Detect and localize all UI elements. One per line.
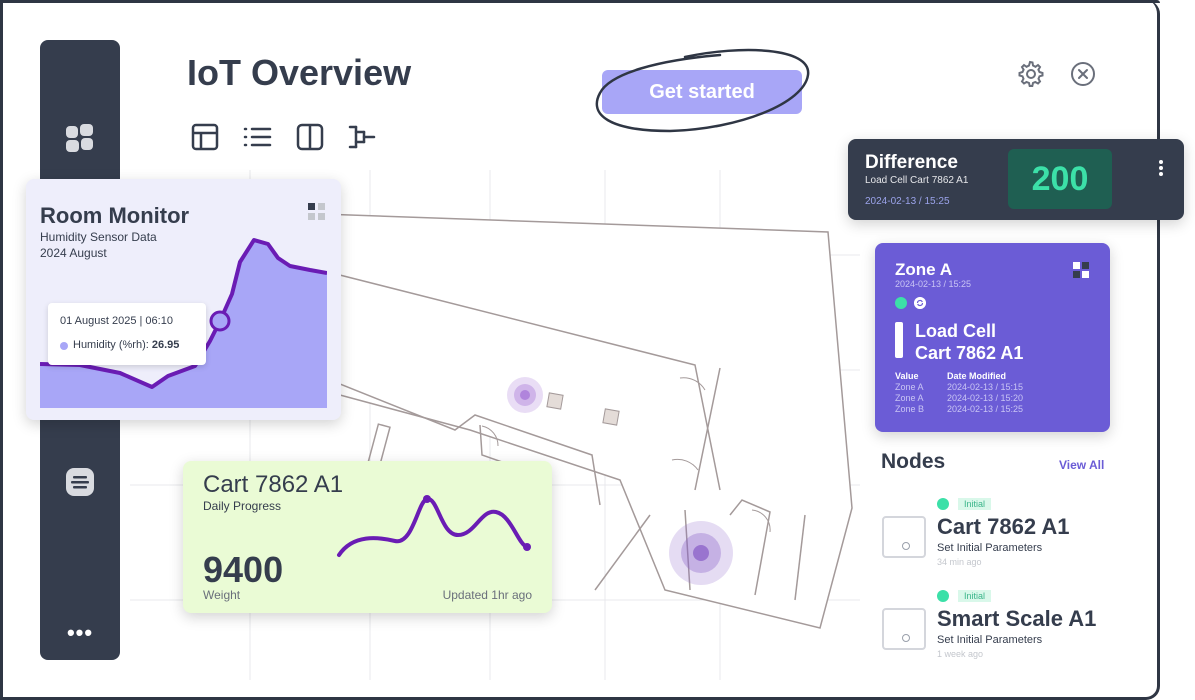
- table-cell: Zone A: [895, 382, 924, 392]
- page-title: IoT Overview: [187, 52, 412, 93]
- load-cell-icon: [895, 322, 903, 358]
- weight-value: 9400: [203, 549, 284, 590]
- chart-point[interactable]: [209, 310, 231, 332]
- cart-progress-card[interactable]: Cart 7862 A1 Daily Progress 9400 Weight …: [183, 461, 552, 613]
- column-header-date: Date Modified: [947, 371, 1007, 381]
- card-title: Cart 7862 A1: [203, 471, 344, 498]
- node-description: Set Initial Parameters: [937, 542, 1043, 554]
- difference-card[interactable]: Difference Load Cell Cart 7862 A1 2024-0…: [848, 139, 1184, 220]
- list-icon[interactable]: [242, 122, 272, 152]
- card-title: Zone A: [895, 260, 952, 279]
- card-title: Difference: [865, 152, 958, 173]
- close-icon[interactable]: [1069, 60, 1097, 88]
- more-icon[interactable]: •••: [40, 620, 120, 646]
- device-thumbnail-icon: [882, 608, 926, 650]
- status-dot-icon: [937, 498, 949, 510]
- weight-label: Weight: [203, 588, 241, 602]
- table-icon[interactable]: [190, 122, 220, 152]
- kebab-menu-icon[interactable]: [1154, 159, 1168, 177]
- view-all-link[interactable]: View All: [1059, 458, 1104, 472]
- room-monitor-card[interactable]: Room Monitor Humidity Sensor Data 2024 A…: [26, 179, 341, 420]
- tooltip-label: Humidity (%rh): 26.95: [73, 339, 180, 351]
- node-item[interactable]: Initial Cart 7862 A1 Set Initial Paramet…: [882, 498, 1142, 568]
- table-cell: 2024-02-13 / 15:15: [947, 382, 1024, 392]
- table-cell: Zone B: [895, 404, 925, 414]
- grid-icon[interactable]: [308, 203, 326, 221]
- progress-chart[interactable]: [333, 489, 543, 564]
- nodes-heading: Nodes: [881, 450, 946, 473]
- chart-tooltip: 01 August 2025 | 06:10 Humidity (%rh): 2…: [48, 303, 206, 365]
- sensor-marker[interactable]: [507, 377, 543, 413]
- table-cell: 2024-02-13 / 15:25: [947, 404, 1024, 414]
- status-badge: Initial: [958, 498, 992, 510]
- legend-dot: [60, 342, 68, 350]
- device-thumbnail-icon: [882, 516, 926, 558]
- difference-value: 200: [1008, 149, 1112, 209]
- zone-card[interactable]: Zone A 2024-02-13 / 15:25 Load Cell Cart…: [875, 243, 1110, 432]
- updated-time: Updated 1hr ago: [442, 588, 532, 602]
- tooltip-value: 26.95: [151, 339, 180, 351]
- card-date: 2024-02-13 / 15:25: [865, 196, 950, 207]
- gear-icon[interactable]: [1017, 60, 1045, 88]
- tooltip-date: 01 August 2025 | 06:10: [60, 315, 173, 327]
- node-time: 34 min ago: [937, 557, 982, 567]
- node-description: Set Initial Parameters: [937, 634, 1043, 646]
- card-subtitle: Daily Progress: [203, 499, 282, 513]
- node-name: Smart Scale A1: [937, 606, 1097, 631]
- tree-icon[interactable]: [347, 122, 377, 152]
- table-cell: 2024-02-13 / 15:20: [947, 393, 1024, 403]
- grid-icon[interactable]: [1073, 262, 1089, 278]
- node-time: 1 week ago: [937, 649, 984, 659]
- columns-icon[interactable]: [295, 122, 325, 152]
- table-cell: Zone A: [895, 393, 924, 403]
- column-header-value: Value: [895, 371, 919, 381]
- node-name: Cart 7862 A1: [937, 514, 1070, 539]
- sync-icon[interactable]: [914, 297, 926, 309]
- node-item[interactable]: Initial Smart Scale A1 Set Initial Param…: [882, 590, 1142, 660]
- card-date: 2024-02-13 / 15:25: [895, 279, 972, 289]
- sensor-marker[interactable]: [669, 521, 733, 585]
- card-title: Room Monitor: [40, 203, 190, 228]
- dashboard-icon[interactable]: [64, 122, 96, 154]
- zone-device-name: Load Cell Cart 7862 A1: [915, 321, 1024, 363]
- card-subtitle: Load Cell Cart 7862 A1: [865, 175, 969, 186]
- get-started-area: Get started: [590, 45, 815, 135]
- status-badge: Initial: [958, 590, 992, 602]
- status-online-icon: [895, 297, 907, 309]
- get-started-button[interactable]: Get started: [602, 70, 802, 114]
- menu-icon[interactable]: [64, 466, 96, 498]
- status-dot-icon: [937, 590, 949, 602]
